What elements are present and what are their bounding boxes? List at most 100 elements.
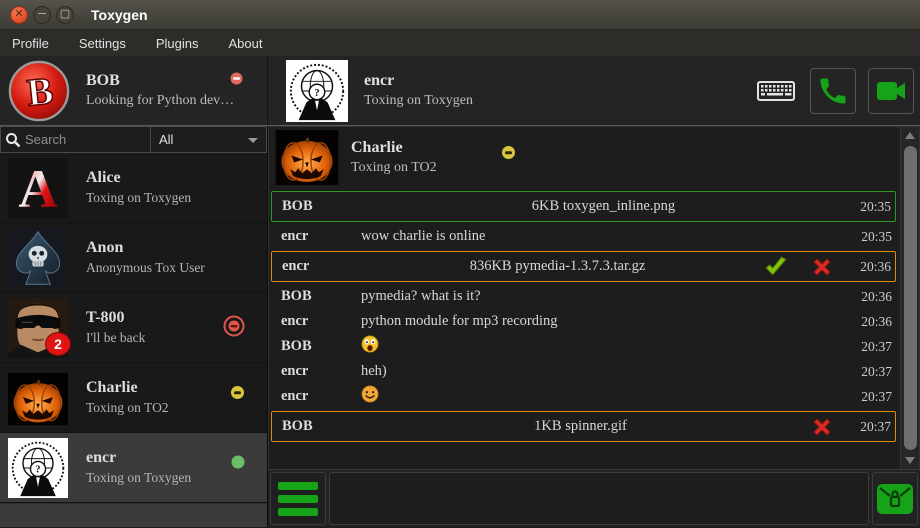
decline-transfer-button[interactable] — [805, 256, 839, 278]
message-time: 20:35 — [846, 229, 894, 245]
menu-about[interactable]: About — [228, 36, 262, 51]
contacts-sidebar: All A Alice Toxing on Toxygen — [0, 126, 268, 527]
svg-text:A: A — [18, 158, 57, 217]
search-icon — [5, 132, 21, 148]
message-time: 20:36 — [846, 289, 894, 305]
video-call-button[interactable] — [868, 68, 914, 114]
chat-message-row: encr wow charlie is online 20:35 — [271, 224, 896, 249]
message-time: 20:36 — [845, 259, 893, 275]
active-contact-status-message: Toxing on Toxygen — [364, 93, 473, 109]
keyboard-icon — [757, 79, 795, 103]
message-time: 20:37 — [846, 339, 894, 355]
pumpkin-avatar — [8, 372, 68, 426]
self-avatar: B — [8, 60, 70, 122]
contact-list: A Alice Toxing on Toxygen — [0, 153, 267, 527]
contact-status-message: Toxing on Toxygen — [86, 470, 191, 486]
contact-name: Anon — [86, 239, 205, 257]
message-sender: encr — [274, 258, 362, 275]
message-text: wow charlie is online — [361, 228, 846, 245]
active-contact-avatar — [286, 60, 348, 122]
contact-status-message: Anonymous Tox User — [86, 260, 205, 276]
message-sender: encr — [273, 313, 361, 330]
check-icon — [763, 254, 789, 280]
message-time: 20:37 — [846, 389, 894, 405]
contact-list-filler — [0, 503, 267, 527]
message-sender: encr — [273, 388, 361, 405]
contact-filter-dropdown[interactable]: All — [151, 126, 267, 153]
contact-item-t800[interactable]: T-800 I'll be back 2 — [0, 293, 267, 363]
window-minimize-button[interactable]: ─ — [33, 6, 51, 24]
message-text: pymedia? what is it? — [361, 288, 846, 305]
message-input[interactable] — [329, 472, 869, 525]
message-sender: BOB — [274, 198, 362, 215]
contact-status-message: Toxing on Toxygen — [86, 190, 191, 206]
menu-plugins[interactable]: Plugins — [156, 36, 199, 51]
pumpkin-avatar — [275, 130, 339, 185]
cancel-transfer-button[interactable] — [805, 416, 839, 438]
chat-scrollbar[interactable] — [900, 127, 919, 469]
message-text — [361, 385, 846, 408]
screen-keyboard-button[interactable] — [754, 68, 798, 114]
active-chat-header: encr Toxing on Toxygen — [268, 56, 920, 125]
contact-name: encr — [86, 449, 191, 467]
window-close-button[interactable]: ✕ — [10, 6, 28, 24]
message-sender: BOB — [274, 418, 362, 435]
accept-transfer-button[interactable] — [759, 256, 793, 278]
chat-peer-status-message: Toxing on TO2 — [351, 160, 437, 176]
chat-peer-name: Charlie — [351, 139, 437, 157]
contact-filter-value: All — [159, 132, 173, 147]
hamburger-icon — [278, 482, 318, 490]
message-sender: BOB — [273, 338, 361, 355]
message-time: 20:35 — [845, 199, 893, 215]
chat-message-row: encr heh) 20:37 — [271, 359, 896, 384]
menu-settings[interactable]: Settings — [79, 36, 126, 51]
attachments-menu-button[interactable] — [270, 472, 326, 525]
message-sender: BOB — [273, 288, 361, 305]
window-maximize-button[interactable]: ▢ — [56, 6, 74, 24]
scrollbar-thumb[interactable] — [904, 146, 917, 450]
message-sender: encr — [273, 363, 361, 380]
file-transfer-name: 6KB toxygen_inline.png — [362, 198, 845, 215]
contact-item-charlie[interactable]: Charlie Toxing on TO2 — [0, 363, 267, 433]
busy-status-icon — [230, 72, 243, 85]
away-status-icon — [230, 385, 245, 400]
contact-name: T-800 — [86, 309, 145, 327]
message-text — [361, 335, 846, 358]
contact-item-alice[interactable]: A Alice Toxing on Toxygen — [0, 153, 267, 223]
contact-item-encr[interactable]: encr Toxing on Toxygen — [0, 433, 267, 503]
message-sender: encr — [273, 228, 361, 245]
video-camera-icon — [875, 78, 907, 104]
menubar: Profile Settings Plugins About — [0, 30, 920, 56]
active-contact-name: encr — [364, 72, 473, 90]
contact-item-anon[interactable]: Anon Anonymous Tox User — [0, 223, 267, 293]
chat-message-row: BOB 20:37 — [271, 334, 896, 359]
message-time: 20:37 — [846, 364, 894, 380]
contact-status-message: Toxing on TO2 — [86, 400, 169, 416]
chevron-down-icon — [248, 138, 258, 143]
chat-message-row: BOB pymedia? what is it? 20:36 — [271, 284, 896, 309]
cross-icon — [810, 255, 834, 279]
anonymous-mask-avatar — [8, 438, 68, 498]
self-profile[interactable]: B BOB Looking for Python dev… — [0, 56, 268, 125]
away-status-icon — [501, 145, 516, 160]
encrypted-send-icon — [874, 480, 916, 518]
spade-skull-avatar — [8, 228, 68, 288]
scroll-down-arrow[interactable] — [905, 457, 915, 464]
titlebar: ✕ ─ ▢ Toxygen — [0, 0, 920, 30]
chat-peer-header: Charlie Toxing on TO2 — [269, 127, 900, 187]
composer-bar — [268, 469, 920, 527]
menu-profile[interactable]: Profile — [12, 36, 49, 51]
fearful-face-emoji — [361, 335, 379, 353]
unread-count-badge: 2 — [46, 333, 70, 355]
scroll-up-arrow[interactable] — [905, 132, 915, 139]
self-status-message: Looking for Python dev… — [86, 93, 234, 109]
file-transfer-row: encr 836KB pymedia-1.3.7.3.tar.gz 20:36 — [271, 251, 896, 282]
audio-call-button[interactable] — [810, 68, 856, 114]
window-title: Toxygen — [91, 7, 148, 23]
message-time: 20:37 — [845, 419, 893, 435]
search-input[interactable] — [25, 132, 140, 147]
send-button[interactable] — [872, 472, 918, 525]
chat-view: Charlie Toxing on TO2 BOB 6KB toxygen_in… — [268, 126, 920, 469]
smiling-face-emoji — [361, 385, 379, 403]
contact-name: Alice — [86, 169, 191, 187]
